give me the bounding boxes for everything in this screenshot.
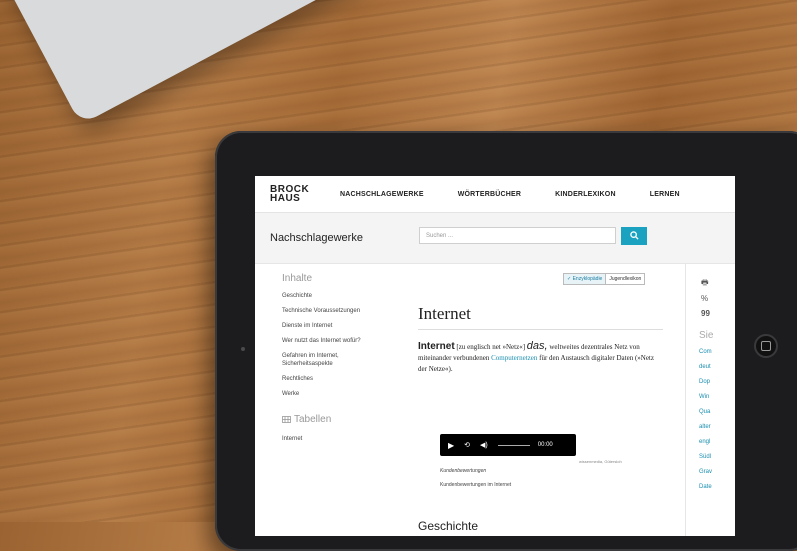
home-button[interactable] [754, 334, 778, 358]
nav-item-nachschlagewerke[interactable]: NACHSCHLAGEWERKE [340, 191, 424, 198]
title-divider [418, 329, 663, 330]
article-title: Internet [418, 304, 471, 323]
toc-item[interactable]: Dienste im Internet [282, 322, 402, 330]
related-item[interactable]: alter [699, 424, 712, 430]
play-icon[interactable]: ▶ [448, 441, 454, 450]
tables-heading: Tabellen [282, 414, 402, 425]
lead-article-word: das, [526, 340, 548, 352]
volume-icon[interactable]: ◀) [480, 441, 488, 449]
section-title: Nachschlagewerke [270, 232, 363, 244]
search-input[interactable]: Suchen ... [419, 227, 616, 244]
nav-item-woerterbuecher[interactable]: WÖRTERBÜCHER [458, 191, 521, 198]
right-column: 🖶 % 99 Sie Com deut Dop Win Qua alter en… [685, 263, 735, 536]
related-item[interactable]: Date [699, 484, 712, 490]
camera-icon [241, 347, 245, 351]
content-area: Inhalte Geschichte Technische Voraussetz… [255, 263, 735, 536]
lead-term: Internet [418, 341, 455, 352]
related-item[interactable]: Qua [699, 409, 712, 415]
toc-sidebar: Inhalte Geschichte Technische Voraussetz… [282, 273, 402, 450]
ratings-label: Kundenbewertungen [440, 468, 487, 474]
toc-item[interactable]: Geschichte [282, 292, 402, 300]
tablet-device: BROCK HAUS NACHSCHLAGEWERKE WÖRTERBÜCHER… [215, 131, 797, 551]
toc-heading: Inhalte [282, 273, 313, 284]
related-heading: Sie [699, 330, 714, 341]
related-item[interactable]: Dop [699, 379, 712, 385]
section-heading-geschichte: Geschichte [418, 519, 479, 533]
toc-item[interactable]: Technische Voraussetzungen [282, 307, 402, 315]
logo-line-2: HAUS [270, 193, 301, 204]
rewind-icon[interactable]: ⟲ [464, 441, 470, 449]
toggle-active-label: Enzyklopädie [572, 276, 603, 282]
search-icon [629, 231, 639, 240]
toggle-enzyklopaedie[interactable]: ✓ Enzyklopädie [564, 274, 607, 284]
top-navigation: BROCK HAUS NACHSCHLAGEWERKE WÖRTERBÜCHER… [255, 176, 735, 213]
nav-item-lernen[interactable]: LERNEN [650, 191, 680, 198]
audio-time: 00:00 [537, 442, 553, 448]
tablet-screen: BROCK HAUS NACHSCHLAGEWERKE WÖRTERBÜCHER… [255, 176, 735, 536]
related-item[interactable]: engl [699, 439, 712, 445]
search-button[interactable] [621, 227, 647, 245]
link-icon[interactable]: % [701, 294, 708, 303]
lead-etymology: [zu englisch net »Netz«] [456, 343, 526, 351]
table-icon [282, 416, 291, 423]
toggle-jugendlexikon[interactable]: Jugendlexikon [606, 274, 644, 284]
related-item[interactable]: Südl [699, 454, 712, 460]
related-item[interactable]: Grav [699, 469, 712, 475]
tables-heading-label: Tabellen [294, 414, 332, 425]
ratings-text: Kundenbewertungen im Internet [440, 482, 512, 488]
related-list: Com deut Dop Win Qua alter engl Südl Gra… [699, 349, 712, 499]
brockhaus-logo[interactable]: BROCK HAUS [270, 185, 330, 204]
toc-item[interactable]: Wer nutzt das Internet wofür? [282, 337, 402, 345]
nav-item-kinderlexikon[interactable]: KINDERLEXIKON [555, 191, 616, 198]
print-icon[interactable]: 🖶 [701, 277, 709, 291]
lead-link[interactable]: Computernetzen [491, 354, 537, 362]
toc-item[interactable]: Gefahren im Internet, Sicherheitsaspekte [282, 352, 362, 368]
audio-credit: wissenmedia, Gütersloh [579, 459, 622, 464]
toc-item[interactable]: Werke [282, 390, 402, 398]
related-item[interactable]: Win [699, 394, 712, 400]
article-lead: Internet [zu englisch net »Netz«] das, w… [418, 341, 663, 375]
section-bar: Nachschlagewerke Suchen ... [255, 213, 735, 264]
table-link[interactable]: Internet [282, 435, 402, 443]
toc-item[interactable]: Rechtliches [282, 375, 402, 383]
lexicon-toggle[interactable]: ✓ Enzyklopädie Jugendlexikon [563, 273, 646, 285]
related-item[interactable]: deut [699, 364, 712, 370]
audio-player: ▶ ⟲ ◀) 00:00 [440, 434, 576, 456]
audio-progress-track[interactable] [497, 444, 530, 446]
related-item[interactable]: Com [699, 349, 712, 355]
quote-icon[interactable]: 99 [701, 309, 710, 318]
